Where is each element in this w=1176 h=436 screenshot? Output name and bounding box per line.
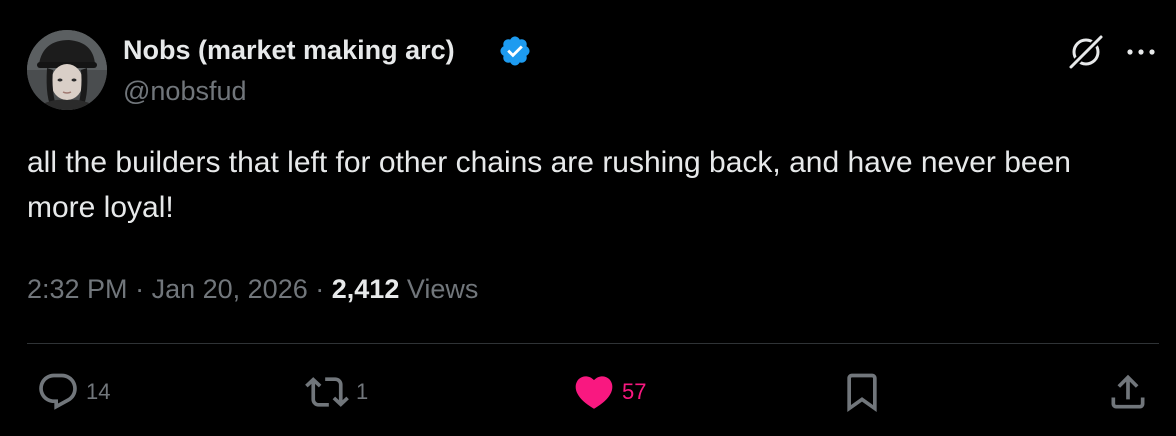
meta-separator: · xyxy=(135,274,145,304)
grok-icon[interactable] xyxy=(1066,32,1106,72)
views-label: Views xyxy=(406,274,479,304)
like-button[interactable]: 57 xyxy=(572,370,646,414)
meta-separator: · xyxy=(315,274,325,304)
like-count: 57 xyxy=(622,379,647,404)
reply-icon xyxy=(36,370,80,414)
heart-icon xyxy=(572,370,616,414)
bookmark-button[interactable] xyxy=(840,370,884,414)
avatar[interactable] xyxy=(27,30,107,110)
retweet-icon xyxy=(304,370,350,414)
retweet-button[interactable]: 1 xyxy=(304,370,368,414)
verified-badge-icon[interactable] xyxy=(498,34,532,68)
tweet-text: all the builders that left for other cha… xyxy=(27,146,1071,224)
divider xyxy=(27,343,1159,344)
tweet-meta: 2:32 PM · Jan 20, 2026 · 2,412 Views xyxy=(27,271,478,307)
share-button[interactable] xyxy=(1106,370,1150,414)
tweet-time[interactable]: 2:32 PM xyxy=(27,274,128,304)
reply-button[interactable]: 14 xyxy=(36,370,110,414)
views-count: 2,412 xyxy=(331,274,400,304)
author-handle[interactable]: @nobsfud xyxy=(123,74,247,108)
share-icon xyxy=(1106,370,1150,414)
retweet-count: 1 xyxy=(356,379,369,404)
tweet-date[interactable]: Jan 20, 2026 xyxy=(152,274,308,304)
more-icon[interactable] xyxy=(1124,40,1158,64)
reply-count: 14 xyxy=(86,379,111,404)
bookmark-icon xyxy=(840,370,884,414)
author-display-name[interactable]: Nobs (market making arc) xyxy=(123,33,455,67)
